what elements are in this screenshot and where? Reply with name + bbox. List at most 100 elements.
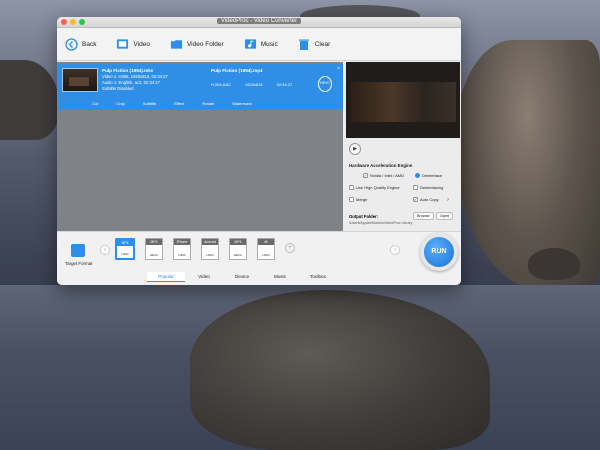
music-note-icon bbox=[244, 38, 257, 51]
deinterlacing-label: Deinterlacing bbox=[420, 185, 444, 190]
high-quality-label: Use High Quality Engine bbox=[356, 185, 400, 190]
wallpaper-rock bbox=[528, 248, 580, 280]
format-tag: MP4 bbox=[117, 240, 133, 246]
nvidia-checkbox[interactable]: ✓ bbox=[363, 173, 368, 178]
format-tag: MP4 bbox=[230, 239, 246, 245]
nvidia-option[interactable]: ✓ Nvidia / Intel / AMD bbox=[363, 173, 404, 178]
format-list: MP4 H264 MP4 HEVC iPhone H264 Android H2… bbox=[115, 238, 295, 260]
deinterlace-option[interactable]: Deinterlace bbox=[415, 173, 442, 178]
format-category-tabs: Popular Video Device Music Toolbox bbox=[147, 272, 337, 282]
format-codec: H264 bbox=[121, 252, 129, 256]
wallpaper-cliff bbox=[455, 40, 600, 290]
add-video-folder-button[interactable]: Video Folder bbox=[170, 38, 224, 51]
subtitle-button[interactable]: Subtitle bbox=[143, 101, 156, 106]
back-label: Back bbox=[82, 40, 97, 48]
trash-icon bbox=[298, 38, 311, 51]
format-codec: HEVC bbox=[149, 253, 159, 257]
add-music-button[interactable]: Music bbox=[244, 38, 278, 51]
format-item[interactable]: Android H264 bbox=[201, 238, 219, 260]
target-format-icon[interactable] bbox=[71, 244, 85, 257]
folder-icon bbox=[170, 38, 183, 51]
codec-option-badge[interactable]: HEVC bbox=[318, 76, 332, 92]
format-tag: MP4 bbox=[146, 239, 162, 245]
rotate-button[interactable]: Rotate bbox=[202, 101, 214, 106]
deinterlacing-option[interactable]: Deinterlacing bbox=[413, 185, 443, 190]
output-folder-label: Output Folder: bbox=[349, 214, 379, 219]
app-window: VideoProc - Video Converter Back Video V… bbox=[57, 17, 461, 285]
deinterlacing-checkbox[interactable] bbox=[413, 185, 418, 190]
high-quality-checkbox[interactable] bbox=[349, 185, 354, 190]
run-button[interactable]: RUN bbox=[424, 237, 454, 267]
scroll-left-arrow-icon[interactable]: ‹ bbox=[100, 245, 110, 255]
format-bar: Target Format ‹ MP4 H264 MP4 HEVC iPhone… bbox=[57, 231, 461, 285]
format-codec: H264 bbox=[262, 253, 270, 257]
window-title: VideoProc - Video Converter bbox=[57, 18, 461, 24]
deinterlace-label: Deinterlace bbox=[422, 173, 443, 178]
high-quality-option[interactable]: Use High Quality Engine bbox=[349, 185, 400, 190]
add-format-icon[interactable]: + bbox=[285, 243, 295, 253]
video-preview bbox=[346, 62, 460, 138]
output-info: H.264,AAC 1920x816 02:34:27 bbox=[211, 82, 292, 87]
clear-label: Clear bbox=[314, 40, 331, 48]
film-icon bbox=[116, 38, 129, 51]
effect-button[interactable]: Effect bbox=[174, 101, 184, 106]
source-subtitle-stream[interactable]: Subtitle Disabled bbox=[102, 86, 133, 91]
clear-button[interactable]: Clear bbox=[298, 38, 331, 51]
browse-button[interactable]: Browse bbox=[413, 212, 434, 220]
preview-frame bbox=[350, 82, 456, 122]
format-codec: H264 bbox=[206, 253, 214, 257]
back-button[interactable]: Back bbox=[65, 37, 97, 51]
output-folder-path[interactable]: /Users/Applet/Movies/VideoProc Library bbox=[349, 221, 412, 225]
title-bar: VideoProc - Video Converter bbox=[57, 17, 461, 28]
nvidia-label: Nvidia / Intel / AMD bbox=[370, 173, 405, 178]
crop-button[interactable]: Crop bbox=[116, 101, 125, 106]
merge-option[interactable]: Merge bbox=[349, 197, 367, 202]
open-button[interactable]: Open bbox=[436, 212, 454, 220]
output-codec: H.264,AAC bbox=[211, 82, 232, 87]
auto-copy-label: Auto Copy bbox=[420, 197, 439, 202]
file-list: Pulp Fiction (1994).mkv Video 1: H265, 1… bbox=[57, 62, 343, 246]
scroll-right-arrow-icon[interactable]: › bbox=[390, 245, 400, 255]
source-filename: Pulp Fiction (1994).mkv bbox=[102, 68, 154, 73]
format-item[interactable]: MP4 H264 bbox=[115, 238, 135, 260]
tab-toolbox[interactable]: Toolbox bbox=[299, 272, 337, 282]
format-item[interactable]: MP4 HEVC bbox=[229, 238, 247, 260]
auto-copy-option[interactable]: ✓ Auto Copy? bbox=[413, 197, 449, 202]
music-label: Music bbox=[260, 40, 278, 48]
format-codec: HEVC bbox=[233, 253, 243, 257]
format-tag: iPhone bbox=[174, 239, 190, 245]
auto-copy-checkbox[interactable]: ✓ bbox=[413, 197, 418, 202]
tab-video[interactable]: Video bbox=[185, 272, 223, 282]
tab-music[interactable]: Music bbox=[261, 272, 299, 282]
output-duration: 02:34:27 bbox=[276, 82, 293, 87]
output-resolution: 1920x816 bbox=[245, 82, 263, 87]
format-item[interactable]: iPhone H264 bbox=[173, 238, 191, 260]
run-button-ring: RUN bbox=[420, 233, 458, 271]
edit-actions: Cut Crop Subtitle Effect Rotate Watermar… bbox=[92, 101, 252, 106]
source-audio-stream[interactable]: Audio 1: English, ac3, 02:34:27 bbox=[102, 80, 160, 85]
merge-checkbox[interactable] bbox=[349, 197, 354, 202]
watermark-button[interactable]: Watermark bbox=[232, 101, 251, 106]
toolbar: Back Video Video Folder Music Clear bbox=[57, 28, 461, 61]
source-video-stream[interactable]: Video 1: H265, 1920x816, 02:34:27 bbox=[102, 74, 168, 79]
output-filename[interactable]: Pulp Fiction (1994).mp4 bbox=[211, 68, 263, 73]
format-item[interactable]: 4K H264 bbox=[257, 238, 275, 260]
add-video-button[interactable]: Video bbox=[116, 38, 150, 51]
video-label: Video bbox=[133, 40, 150, 48]
format-item[interactable]: MP4 HEVC bbox=[145, 238, 163, 260]
hardware-acceleration-title: Hardware Acceleration Engine bbox=[349, 163, 413, 168]
tab-device[interactable]: Device bbox=[223, 272, 261, 282]
deinterlace-radio[interactable] bbox=[415, 173, 420, 178]
merge-label: Merge bbox=[356, 197, 368, 202]
remove-file-icon[interactable]: × bbox=[337, 66, 340, 72]
video-thumbnail[interactable] bbox=[62, 68, 98, 92]
video-folder-label: Video Folder bbox=[186, 40, 224, 48]
format-codec: H264 bbox=[178, 253, 186, 257]
file-item[interactable]: Pulp Fiction (1994).mkv Video 1: H265, 1… bbox=[58, 64, 343, 110]
tab-popular[interactable]: Popular bbox=[147, 272, 185, 282]
cut-button[interactable]: Cut bbox=[92, 101, 98, 106]
wallpaper-rock bbox=[0, 60, 60, 140]
format-tag: 4K bbox=[258, 239, 274, 245]
play-button[interactable]: ▶ bbox=[349, 143, 361, 155]
help-icon[interactable]: ? bbox=[447, 197, 449, 202]
